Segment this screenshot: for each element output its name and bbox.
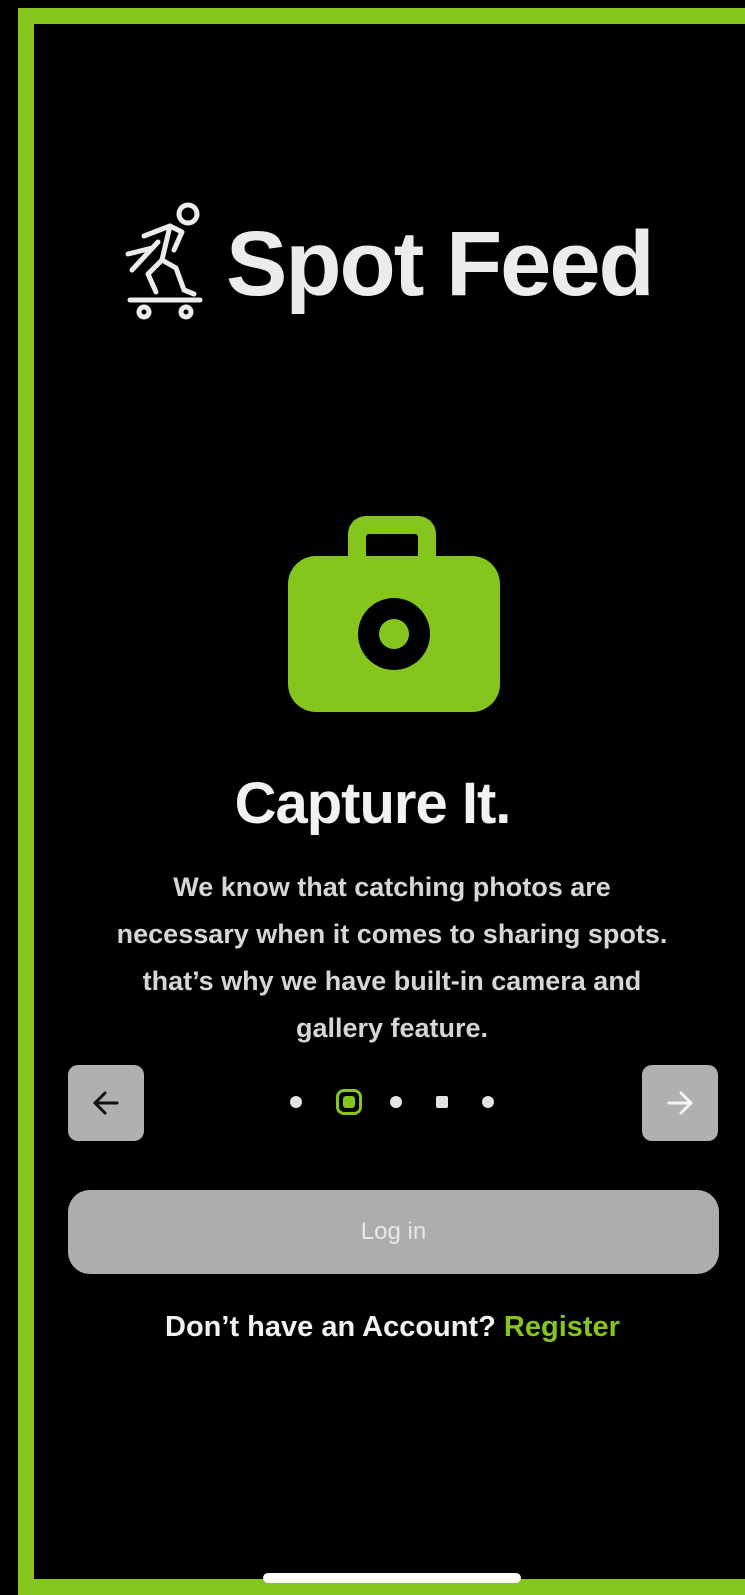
pagination-dot[interactable]	[390, 1096, 402, 1108]
pagination-dots	[290, 1087, 494, 1117]
next-slide-button[interactable]	[642, 1065, 718, 1141]
register-link[interactable]: Register	[504, 1311, 620, 1343]
arrow-left-icon	[93, 1091, 119, 1115]
description-line: that’s why we have built-in camera and	[142, 966, 642, 996]
pagination-dot[interactable]	[482, 1096, 494, 1108]
home-indicator[interactable]	[263, 1573, 521, 1583]
onboarding-title: Capture It.	[234, 771, 512, 836]
camera-icon	[288, 516, 500, 712]
register-prompt-row: Don’t have an Account? Register	[0, 1311, 745, 1344]
arrow-right-icon	[667, 1091, 693, 1115]
app-logo: Spot Feed	[122, 196, 682, 331]
description-line: necessary when it comes to sharing spots…	[116, 919, 668, 949]
description-line: We know that catching photos are	[173, 872, 611, 902]
login-button[interactable]: Log in	[68, 1190, 719, 1274]
skateboarder-icon	[125, 202, 203, 319]
pagination-dot[interactable]	[290, 1096, 302, 1108]
brand-name: Spot Feed	[226, 212, 655, 315]
pagination-dot[interactable]	[436, 1096, 448, 1108]
pagination-dot-active[interactable]	[336, 1089, 362, 1115]
description-line: gallery feature.	[295, 1013, 489, 1043]
onboarding-description: We know that catching photos are necessa…	[52, 864, 732, 1052]
previous-slide-button[interactable]	[68, 1065, 144, 1141]
register-prompt-text: Don’t have an Account?	[165, 1311, 496, 1343]
